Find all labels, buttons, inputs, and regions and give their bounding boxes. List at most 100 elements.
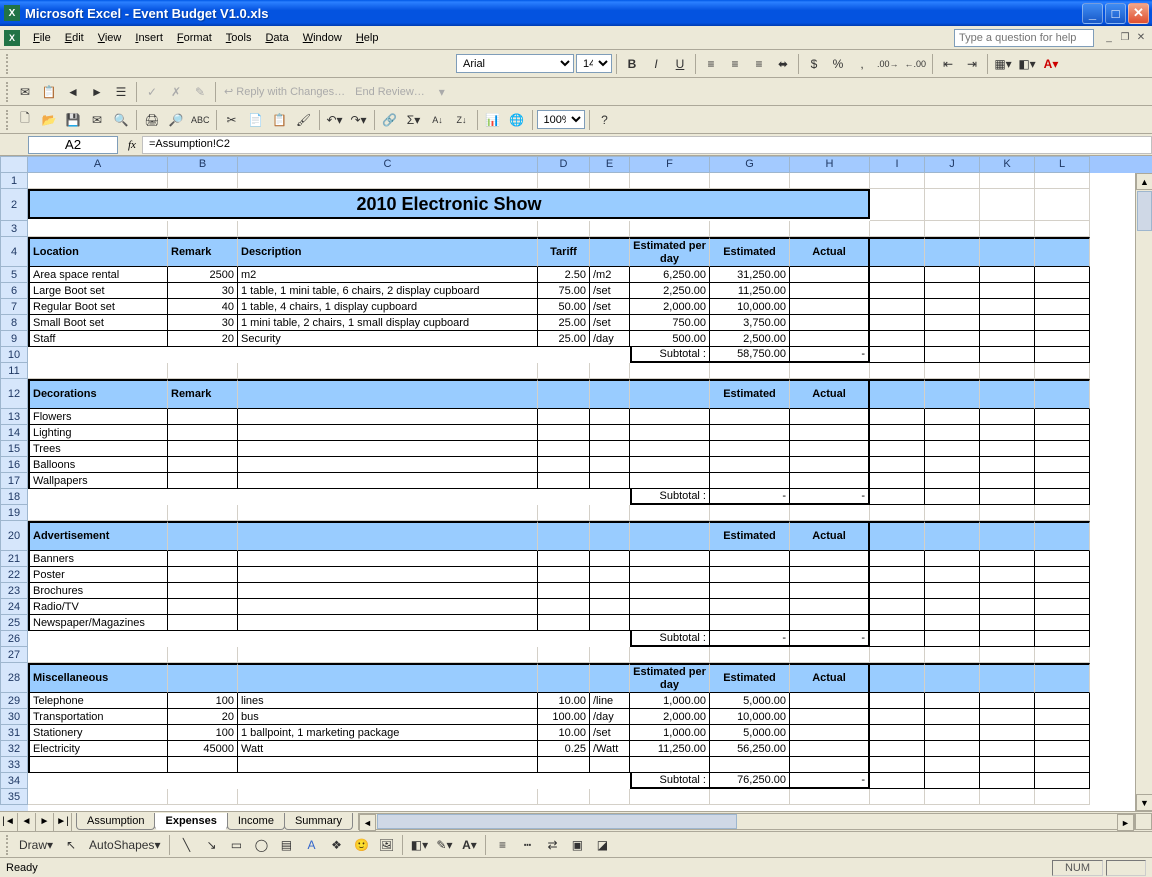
cell[interactable]: [790, 363, 870, 379]
data-cell[interactable]: [710, 615, 790, 631]
cell[interactable]: [870, 425, 925, 441]
data-cell[interactable]: [790, 741, 870, 757]
data-cell[interactable]: [168, 425, 238, 441]
zoom-select[interactable]: 100%: [537, 110, 585, 129]
section-header-cell[interactable]: Remark: [168, 379, 238, 409]
cell[interactable]: [870, 189, 925, 221]
borders-button[interactable]: ▦▾: [992, 53, 1014, 75]
data-cell[interactable]: [238, 473, 538, 489]
menu-format[interactable]: Format: [170, 30, 219, 46]
cell[interactable]: [630, 363, 710, 379]
cell[interactable]: [980, 567, 1035, 583]
cell[interactable]: [1035, 693, 1090, 709]
decrease-decimal-button[interactable]: ←.00: [903, 53, 929, 75]
reply-with-changes-button[interactable]: ↩ Reply with Changes…: [220, 81, 349, 103]
cell[interactable]: [1035, 173, 1090, 189]
sheet-tab-income[interactable]: Income: [227, 813, 285, 830]
cell[interactable]: [925, 489, 980, 505]
subtotal-actual-cell[interactable]: -: [790, 773, 870, 789]
cell[interactable]: [1035, 221, 1090, 237]
data-cell[interactable]: [538, 757, 590, 773]
cell[interactable]: [925, 457, 980, 473]
row-header-16[interactable]: 16: [0, 457, 28, 473]
cell[interactable]: [238, 505, 538, 521]
data-cell[interactable]: 20: [168, 709, 238, 725]
data-cell[interactable]: [168, 473, 238, 489]
cell[interactable]: [1035, 505, 1090, 521]
cell[interactable]: [925, 299, 980, 315]
col-header-J[interactable]: J: [925, 156, 980, 173]
data-cell[interactable]: [238, 425, 538, 441]
data-cell[interactable]: 30: [168, 315, 238, 331]
col-header-K[interactable]: K: [980, 156, 1035, 173]
cell[interactable]: [980, 363, 1035, 379]
cell[interactable]: [980, 583, 1035, 599]
cell[interactable]: [1035, 441, 1090, 457]
row-header-10[interactable]: 10: [0, 347, 28, 363]
data-cell[interactable]: /day: [590, 331, 630, 347]
cell[interactable]: [980, 663, 1035, 693]
cell[interactable]: [870, 631, 925, 647]
section-header-cell[interactable]: [538, 379, 590, 409]
row-header-34[interactable]: 34: [0, 773, 28, 789]
data-cell[interactable]: [790, 693, 870, 709]
cell[interactable]: [925, 521, 980, 551]
autoshapes-button[interactable]: AutoShapes ▾: [85, 834, 164, 856]
open-button[interactable]: 📂: [38, 109, 60, 131]
cell[interactable]: [980, 551, 1035, 567]
cell[interactable]: [870, 567, 925, 583]
data-cell[interactable]: [790, 409, 870, 425]
row-header-27[interactable]: 27: [0, 647, 28, 663]
drawing-button[interactable]: 🌐: [506, 109, 528, 131]
cell[interactable]: [1035, 409, 1090, 425]
cell[interactable]: [1035, 789, 1090, 805]
cell[interactable]: [925, 567, 980, 583]
data-cell[interactable]: [590, 441, 630, 457]
cell[interactable]: [710, 789, 790, 805]
data-cell[interactable]: [710, 457, 790, 473]
data-cell[interactable]: [630, 757, 710, 773]
draw-menu-button[interactable]: Draw ▾: [15, 834, 57, 856]
increase-decimal-button[interactable]: .00→: [875, 53, 901, 75]
subtotal-estimated-cell[interactable]: 76,250.00: [710, 773, 790, 789]
cell[interactable]: [870, 583, 925, 599]
cell[interactable]: [870, 299, 925, 315]
cell[interactable]: [870, 773, 925, 789]
review-dropdown[interactable]: ▾: [431, 81, 453, 103]
data-cell[interactable]: Newspaper/Magazines: [28, 615, 168, 631]
section-header-cell[interactable]: [630, 379, 710, 409]
italic-button[interactable]: I: [645, 53, 667, 75]
font-color-button[interactable]: A▾: [1040, 53, 1062, 75]
data-cell[interactable]: 1 table, 4 chairs, 1 display cupboard: [238, 299, 538, 315]
row-header-4[interactable]: 4: [0, 237, 28, 267]
data-cell[interactable]: [790, 299, 870, 315]
data-cell[interactable]: Area space rental: [28, 267, 168, 283]
data-cell[interactable]: 3,750.00: [710, 315, 790, 331]
cell[interactable]: [925, 283, 980, 299]
section-header-cell[interactable]: Estimated per day: [630, 237, 710, 267]
data-cell[interactable]: 1,000.00: [630, 725, 710, 741]
data-cell[interactable]: /set: [590, 283, 630, 299]
section-header-cell[interactable]: [238, 521, 538, 551]
cell[interactable]: [1035, 331, 1090, 347]
redo-button[interactable]: ↷▾: [348, 109, 370, 131]
prev-comment-button[interactable]: ◄: [62, 81, 84, 103]
cell[interactable]: [1035, 237, 1090, 267]
cell[interactable]: [1035, 347, 1090, 363]
oval-button[interactable]: ◯: [250, 834, 272, 856]
cell[interactable]: [710, 647, 790, 663]
cell[interactable]: [925, 583, 980, 599]
data-cell[interactable]: 25.00: [538, 331, 590, 347]
row-header-8[interactable]: 8: [0, 315, 28, 331]
data-cell[interactable]: 5,000.00: [710, 693, 790, 709]
data-cell[interactable]: [28, 757, 168, 773]
data-cell[interactable]: 2,000.00: [630, 299, 710, 315]
subtotal-estimated-cell[interactable]: -: [710, 631, 790, 647]
section-header-cell[interactable]: Estimated: [710, 237, 790, 267]
cell[interactable]: [1035, 663, 1090, 693]
subtotal-label-cell[interactable]: Subtotal :: [630, 773, 710, 789]
next-comment-button[interactable]: ►: [86, 81, 108, 103]
data-cell[interactable]: Stationery: [28, 725, 168, 741]
data-cell[interactable]: Poster: [28, 567, 168, 583]
data-cell[interactable]: [630, 457, 710, 473]
